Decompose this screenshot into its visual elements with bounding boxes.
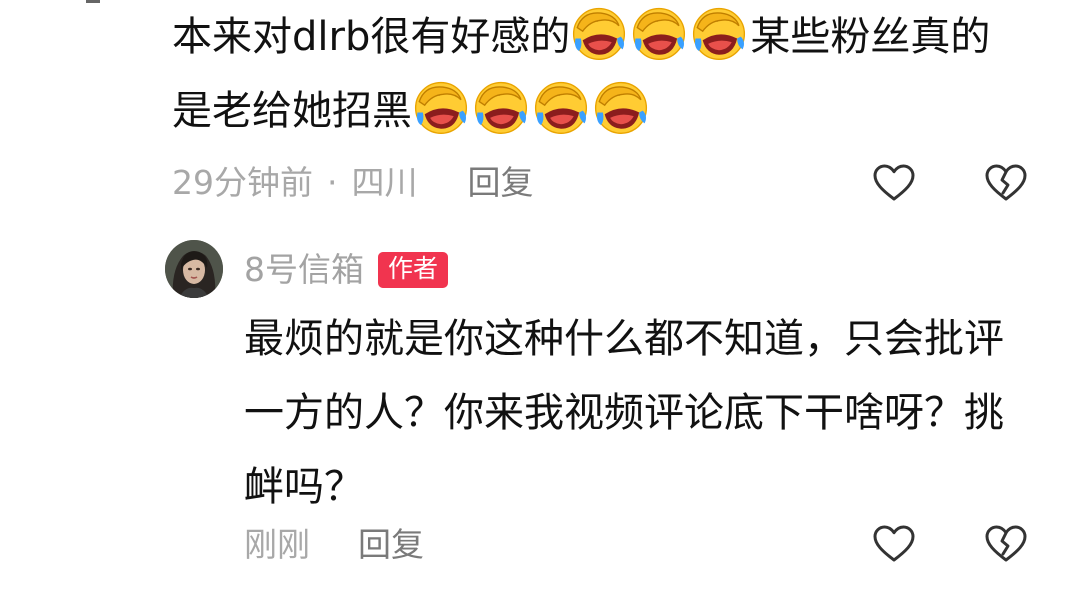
avatar[interactable] (165, 240, 223, 298)
comment-1-line-2: 是老给她招黑 (172, 74, 1052, 148)
heart-outline-icon[interactable] (872, 524, 916, 564)
laughing-crying-emoji-icon (592, 78, 650, 136)
status-mark (86, 0, 100, 3)
heart-outline-icon[interactable] (872, 163, 916, 203)
meta-separator: · (327, 163, 338, 202)
comment-2-time: 刚刚 (244, 525, 310, 564)
broken-heart-outline-icon[interactable] (984, 163, 1028, 203)
comment-1-text-part-2: 某些粉丝真的 (750, 14, 991, 60)
laughing-crying-emoji-icon (690, 4, 748, 62)
comment-1-line-1: 本来对dlrb很有好感的 某些粉丝真的 (172, 0, 1052, 74)
author-badge: 作者 (378, 252, 449, 288)
comment-1-text-part-3: 是老给她招黑 (172, 88, 412, 134)
avatar-image (165, 240, 223, 298)
comment-1-reply-button[interactable]: 回复 (468, 163, 534, 203)
comment-1-meta: 29分钟前 · 四川 回复 (172, 163, 534, 203)
comment-2-reply-button[interactable]: 回复 (358, 525, 424, 565)
comment-2-line-3: 衅吗？ (244, 464, 364, 510)
laughing-crying-emoji-icon (412, 78, 470, 136)
laughing-crying-emoji-icon (532, 78, 590, 136)
comment-2-line-1: 最烦的就是你这种什么都不知道，只会批评 (244, 316, 1004, 362)
comment-2-text[interactable]: 最烦的就是你这种什么都不知道，只会批评 一方的人？你来我视频评论底下干啥呀？挑 … (244, 302, 1044, 524)
comment-2-meta: 刚刚 回复 (244, 525, 424, 565)
comment-1-text[interactable]: 本来对dlrb很有好感的 某些粉丝真的 是老给她招黑 (172, 0, 1052, 148)
comment-2-header: 8号信箱 作者 (244, 250, 449, 290)
laughing-crying-emoji-icon (570, 4, 628, 62)
comment-thread: 本来对dlrb很有好感的 某些粉丝真的 是老给她招黑 29分钟前 · 四川 回复 … (0, 0, 1080, 600)
broken-heart-outline-icon[interactable] (984, 524, 1028, 564)
comment-1-location: 四川 (351, 163, 418, 202)
comment-1-text-part-1: 本来对dlrb很有好感的 (172, 14, 571, 60)
laughing-crying-emoji-icon (472, 78, 530, 136)
comment-2-username[interactable]: 8号信箱 (244, 250, 364, 290)
laughing-crying-emoji-icon (630, 4, 688, 62)
comment-1-time: 29分钟前 (172, 163, 313, 202)
comment-2-line-2: 一方的人？你来我视频评论底下干啥呀？挑 (244, 390, 1004, 436)
